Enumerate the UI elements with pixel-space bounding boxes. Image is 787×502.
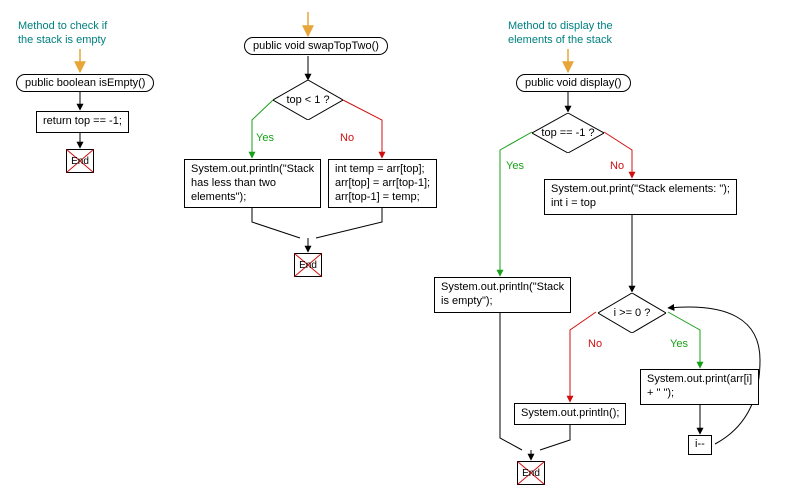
- label-yes: Yes: [506, 160, 524, 172]
- process-display-yes: System.out.println("Stack is empty");: [434, 277, 571, 313]
- label-yes: Yes: [670, 338, 688, 350]
- process-swap-no: int temp = arr[top]; arr[top] = arr[top-…: [328, 159, 437, 208]
- decision-label: top < 1 ?: [273, 80, 343, 120]
- process-isempty-body: return top == -1;: [36, 111, 129, 133]
- process-swap-yes: System.out.println("Stack has less than …: [184, 159, 321, 208]
- decision-display-cond1: top == -1 ?: [532, 113, 604, 153]
- comment-display: Method to display the elements of the st…: [508, 20, 613, 48]
- comment-isempty: Method to check if the stack is empty: [18, 20, 107, 48]
- process-display-decrement: i--: [688, 435, 712, 455]
- end-display: End: [517, 461, 545, 485]
- end-label: End: [294, 253, 322, 277]
- decision-label: i >= 0 ?: [598, 293, 666, 333]
- label-yes: Yes: [256, 132, 274, 144]
- label-no: No: [340, 132, 354, 144]
- process-display-no1: System.out.print("Stack elements: "); in…: [544, 179, 737, 215]
- process-display-loopbody: System.out.print(arr[i] + " ");: [640, 369, 759, 405]
- process-display-afterloop: System.out.println();: [514, 403, 626, 425]
- decision-label: top == -1 ?: [532, 113, 604, 153]
- terminal-swaptoptwo-signature: public void swapTopTwo(): [244, 37, 388, 55]
- label-no: No: [610, 160, 624, 172]
- terminal-display-signature: public void display(): [516, 74, 631, 92]
- end-swap: End: [294, 253, 322, 277]
- decision-display-cond2: i >= 0 ?: [598, 293, 666, 333]
- label-no: No: [588, 338, 602, 350]
- end-label: End: [66, 149, 94, 173]
- decision-swap-cond: top < 1 ?: [273, 80, 343, 120]
- end-label: End: [517, 461, 545, 485]
- terminal-isempty-signature: public boolean isEmpty(): [16, 74, 154, 92]
- end-isempty: End: [66, 149, 94, 173]
